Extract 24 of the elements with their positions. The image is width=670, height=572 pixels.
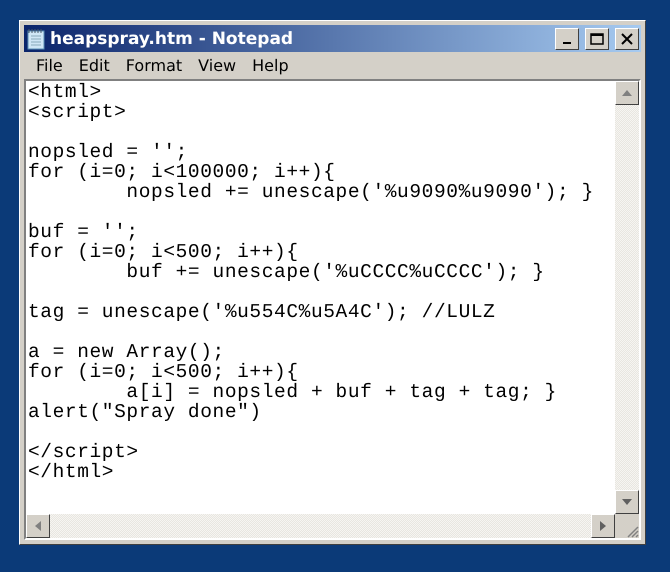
- scroll-up-button[interactable]: [615, 81, 639, 105]
- maximize-icon: [590, 32, 604, 44]
- menu-item[interactable]: View: [190, 54, 244, 77]
- scroll-right-button[interactable]: [591, 514, 615, 538]
- menu-item[interactable]: Help: [244, 54, 297, 77]
- maximize-button[interactable]: [585, 28, 609, 50]
- menu-item[interactable]: Format: [118, 54, 190, 77]
- right-arrow-icon: [600, 521, 606, 531]
- up-arrow-icon: [622, 90, 632, 96]
- minimize-icon: [563, 42, 571, 44]
- notepad-icon: [26, 28, 46, 50]
- close-icon: [620, 32, 634, 46]
- left-arrow-icon: [35, 521, 41, 531]
- down-arrow-icon: [622, 499, 632, 505]
- menu-item[interactable]: File: [28, 54, 71, 77]
- horizontal-scrollbar[interactable]: [26, 514, 615, 538]
- minimize-button[interactable]: [555, 28, 579, 50]
- vertical-scrollbar[interactable]: [615, 81, 639, 514]
- scroll-down-button[interactable]: [615, 490, 639, 514]
- menu-item[interactable]: Edit: [70, 54, 118, 77]
- window-title: heapspray.htm - Notepad: [50, 28, 294, 48]
- scroll-left-button[interactable]: [26, 514, 50, 538]
- resize-grip-icon[interactable]: [625, 524, 639, 538]
- close-button[interactable]: [615, 28, 639, 50]
